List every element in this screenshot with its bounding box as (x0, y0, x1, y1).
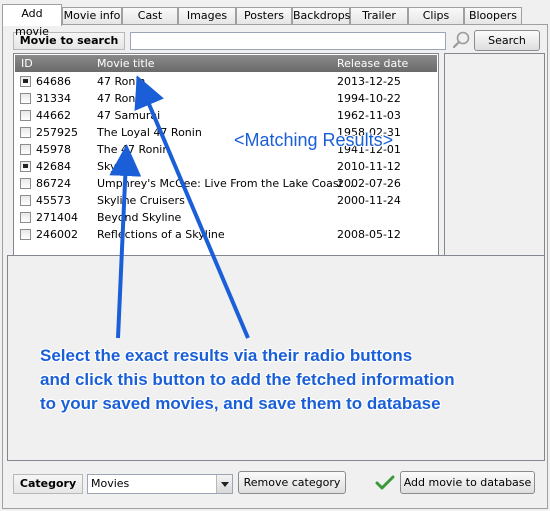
category-select[interactable]: Movies (87, 474, 233, 494)
table-row[interactable]: 271404 Beyond Skyline (15, 209, 437, 226)
row-date: 2002-07-26 (337, 177, 401, 190)
row-title: 47 Samurai (97, 109, 161, 122)
row-date: 2010-11-12 (337, 160, 401, 173)
instruction-line-1: Select the exact results via their radio… (40, 346, 413, 365)
row-checkbox[interactable] (20, 195, 31, 206)
tab-strip: Add movie Movie info Cast Images Posters… (2, 4, 548, 38)
row-checkbox[interactable] (20, 110, 31, 121)
table-row[interactable]: 31334 47 Ronin 1994-10-22 (15, 90, 437, 107)
check-icon (375, 475, 395, 491)
instruction-line-3: to your saved movies, and save them to d… (40, 394, 441, 413)
table-row[interactable]: 246002 Reflections of a Skyline 2008-05-… (15, 226, 437, 243)
poster-preview-box (444, 53, 545, 277)
row-checkbox[interactable] (20, 127, 31, 138)
table-row[interactable]: 45573 Skyline Cruisers 2000-11-24 (15, 192, 437, 209)
row-checkbox[interactable] (20, 76, 31, 87)
results-list: ID Movie title Release date 64686 47 Ron… (13, 53, 439, 277)
row-date: 1962-11-03 (337, 109, 401, 122)
tab-posters[interactable]: Posters (236, 7, 292, 25)
row-date: 2008-05-12 (337, 228, 401, 241)
row-title: Reflections of a Skyline (97, 228, 225, 241)
row-id: 45573 (36, 194, 71, 207)
tab-cast[interactable]: Cast (122, 7, 178, 25)
tab-images[interactable]: Images (178, 7, 236, 25)
row-checkbox[interactable] (20, 144, 31, 155)
row-checkbox[interactable] (20, 178, 31, 189)
table-row[interactable]: 64686 47 Ronin 2013-12-25 (15, 73, 437, 90)
row-id: 45978 (36, 143, 71, 156)
category-label: Category (13, 474, 83, 494)
list-header: ID Movie title Release date (15, 55, 437, 72)
search-button[interactable]: Search (474, 30, 540, 51)
row-title: The 47 Ronin (97, 143, 170, 156)
add-movie-to-database-button[interactable]: Add movie to database (400, 471, 535, 494)
row-title: Umphrey's McGee: Live From the Lake Coas… (97, 177, 357, 190)
tab-add-movie[interactable]: Add movie (2, 4, 62, 38)
search-input[interactable] (130, 32, 446, 50)
row-id: 44662 (36, 109, 71, 122)
column-id[interactable]: ID (21, 57, 33, 70)
row-checkbox[interactable] (20, 229, 31, 240)
tab-clips[interactable]: Clips (408, 7, 464, 25)
tab-trailer[interactable]: Trailer (350, 7, 408, 25)
row-title: The Loyal 47 Ronin (97, 126, 202, 139)
row-title: Beyond Skyline (97, 211, 182, 224)
instruction-annotation: Select the exact results via their radio… (40, 344, 455, 416)
tab-movie-info[interactable]: Movie info (62, 7, 122, 25)
row-id: 86724 (36, 177, 71, 190)
table-row[interactable]: 42684 Skyline 2010-11-12 (15, 158, 437, 175)
row-checkbox[interactable] (20, 212, 31, 223)
row-date: 2000-11-24 (337, 194, 401, 207)
row-id: 257925 (36, 126, 78, 139)
row-title: Skyline Cruisers (97, 194, 185, 207)
add-movie-panel: Movie to search Search ID Movie title Re… (2, 24, 548, 509)
row-id: 64686 (36, 75, 71, 88)
row-id: 271404 (36, 211, 78, 224)
row-date: 1994-10-22 (337, 92, 401, 105)
matching-results-annotation: <Matching Results> (234, 130, 394, 150)
remove-category-button[interactable]: Remove category (238, 471, 346, 494)
row-id: 31334 (36, 92, 71, 105)
column-date[interactable]: Release date (337, 57, 408, 70)
search-icon[interactable] (452, 30, 472, 50)
row-id: 42684 (36, 160, 71, 173)
category-value: Movies (91, 477, 130, 490)
row-id: 246002 (36, 228, 78, 241)
table-row[interactable]: 44662 47 Samurai 1962-11-03 (15, 107, 437, 124)
chevron-down-icon[interactable] (216, 475, 232, 493)
row-title: 47 Ronin (97, 92, 146, 105)
column-title[interactable]: Movie title (97, 57, 155, 70)
row-checkbox[interactable] (20, 93, 31, 104)
row-checkbox[interactable] (20, 161, 31, 172)
instruction-line-2: and click this button to add the fetched… (40, 370, 455, 389)
row-title: 47 Ronin (97, 75, 146, 88)
table-row[interactable]: 86724 Umphrey's McGee: Live From the Lak… (15, 175, 437, 192)
tab-bloopers[interactable]: Bloopers (464, 7, 522, 25)
tab-backdrops[interactable]: Backdrops (292, 7, 350, 25)
row-title: Skyline (97, 160, 137, 173)
row-date: 2013-12-25 (337, 75, 401, 88)
